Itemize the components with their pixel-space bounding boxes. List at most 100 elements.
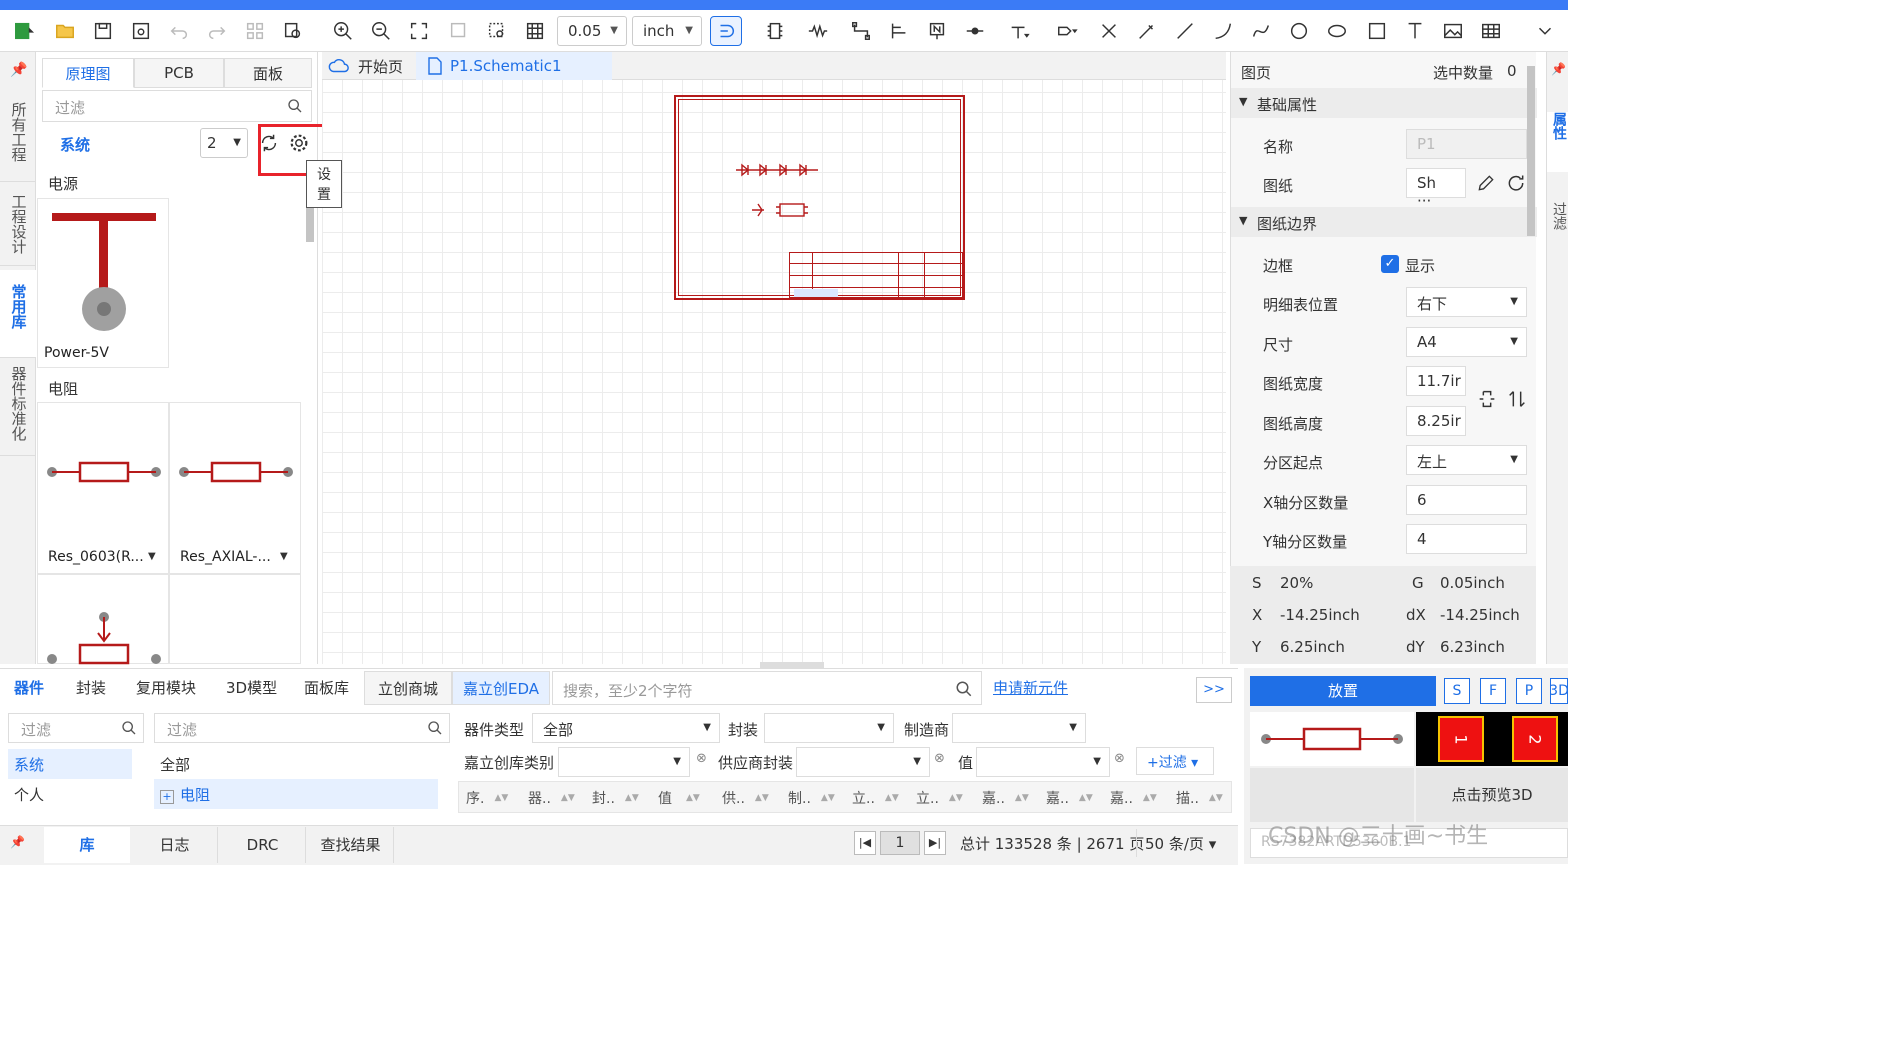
tab-jlc-eda[interactable]: 嘉立创EDA <box>452 671 550 705</box>
col-header[interactable]: 嘉.. ▲▼ <box>1110 783 1157 813</box>
fit-all-icon[interactable] <box>404 16 434 46</box>
circle-icon[interactable] <box>1284 16 1314 46</box>
vtab-properties[interactable]: 属性 <box>1547 112 1569 172</box>
filter-mfr-select[interactable]: ▼ <box>952 713 1086 743</box>
apply-new-part-link[interactable]: 申请新元件 <box>993 677 1068 698</box>
lib-personal-item[interactable]: 个人 <box>8 779 132 809</box>
pin-icon[interactable]: 📌 <box>10 835 25 849</box>
tab-panel-lib[interactable]: 面板库 <box>304 677 349 698</box>
unit-select[interactable]: inch ▼ <box>632 16 702 46</box>
pin-icon[interactable]: 📌 <box>1551 62 1566 76</box>
ellipse-icon[interactable] <box>1322 16 1352 46</box>
category-resistor[interactable]: + 电阻 <box>154 779 438 809</box>
size-select[interactable]: A4 ▼ <box>1406 327 1527 357</box>
filter-value-select[interactable]: ▼ <box>976 747 1110 777</box>
vtab-project-design[interactable]: 工程设计 <box>0 186 36 266</box>
preview-3d-button[interactable]: 点击预览3D <box>1416 768 1568 822</box>
no-connect-icon[interactable] <box>1094 16 1124 46</box>
new-menu-icon[interactable] <box>4 16 44 46</box>
scrollbar-thumb[interactable] <box>1527 66 1535 236</box>
net-flag-icon[interactable] <box>1046 16 1088 46</box>
tab-lcsc-mall[interactable]: 立创商城 <box>364 671 452 705</box>
more-filter-button[interactable]: +过滤 ▾ <box>1136 747 1214 775</box>
footprint-view-button[interactable]: F <box>1480 678 1506 704</box>
col-header[interactable]: 序. ▲▼ <box>466 783 508 813</box>
lib-system-item[interactable]: 系统 <box>8 749 132 779</box>
border-checkbox[interactable]: ✓ <box>1381 255 1399 273</box>
bezier-icon[interactable] <box>1246 16 1276 46</box>
filter-supplier-select[interactable]: ▼ <box>796 747 930 777</box>
tab-panel[interactable]: 面板 <box>224 58 312 88</box>
section-basic[interactable]: ▼ 基础属性 <box>1231 88 1537 118</box>
category-all[interactable]: 全部 <box>154 749 438 779</box>
clear-icon[interactable]: ⊗ <box>1114 751 1125 766</box>
tab-schematic-sheet[interactable]: P1.Schematic1 <box>416 52 612 80</box>
expand-plus-icon[interactable]: + <box>160 790 174 804</box>
zoom-in-icon[interactable] <box>328 16 358 46</box>
place-button[interactable]: 放置 <box>1250 676 1436 706</box>
tab-reuse-modules[interactable]: 复用模块 <box>136 677 196 698</box>
text-icon[interactable] <box>1400 16 1430 46</box>
net-label-icon[interactable] <box>922 16 952 46</box>
status-tab-library[interactable]: 库 <box>44 827 130 863</box>
vtab-common-library[interactable]: 常用库 <box>0 270 36 358</box>
filter-jlc-select[interactable]: ▼ <box>558 747 690 777</box>
grid-icon[interactable] <box>520 16 550 46</box>
pencil-icon[interactable] <box>1476 173 1496 193</box>
pin-view-button[interactable]: P <box>1516 678 1542 704</box>
image-icon[interactable] <box>1438 16 1468 46</box>
table-position-select[interactable]: 右下 ▼ <box>1406 287 1527 317</box>
library-item-power-5v[interactable]: Power-5V <box>37 198 169 368</box>
save-all-icon[interactable] <box>126 16 156 46</box>
library-source-label[interactable]: 系统 <box>60 134 90 155</box>
col-header[interactable]: 嘉.. ▲▼ <box>982 783 1029 813</box>
save-icon[interactable] <box>88 16 118 46</box>
vtab-filter[interactable]: 过滤 <box>1547 202 1569 262</box>
col-header[interactable]: 值 ▲▼ <box>658 783 700 813</box>
3d-view-button[interactable]: 3D <box>1550 678 1568 704</box>
col-header[interactable]: 器.. ▲▼ <box>528 783 575 813</box>
redo-icon[interactable] <box>202 16 232 46</box>
library-filter-input[interactable]: 过滤 <box>42 90 312 122</box>
arrange-icon[interactable] <box>240 16 270 46</box>
first-page-icon[interactable]: |◀ <box>854 831 876 855</box>
filter-type-select[interactable]: 全部 ▼ <box>532 713 720 743</box>
open-folder-icon[interactable] <box>50 16 80 46</box>
tab-pcb[interactable]: PCB <box>134 58 224 88</box>
page-input[interactable]: 1 <box>880 831 920 855</box>
line-icon[interactable] <box>1170 16 1200 46</box>
snap-toggle-icon[interactable] <box>710 16 742 46</box>
y-zones-input[interactable]: 4 <box>1406 524 1527 554</box>
vtab-device-standard[interactable]: 器件标准化 <box>0 360 36 456</box>
tab-schematic[interactable]: 原理图 <box>42 58 134 88</box>
link-ratio-icon[interactable] <box>1476 388 1498 410</box>
category-filter-input[interactable]: 过滤 <box>154 713 450 743</box>
library-count-select[interactable]: 2 ▼ <box>200 128 248 158</box>
chevron-down-icon[interactable]: ▼ <box>280 551 288 562</box>
zoom-area-icon[interactable] <box>482 16 512 46</box>
schematic-canvas[interactable] <box>322 52 1226 668</box>
refresh-icon[interactable] <box>1506 173 1526 193</box>
table-icon[interactable] <box>1476 16 1506 46</box>
bus-icon[interactable] <box>884 16 914 46</box>
more-chevron-icon[interactable] <box>1530 16 1560 46</box>
status-tab-log[interactable]: 日志 <box>132 827 218 863</box>
vcc-icon[interactable] <box>998 16 1040 46</box>
find-icon[interactable] <box>278 16 308 46</box>
clear-icon[interactable]: ⊗ <box>934 751 945 766</box>
arc-icon[interactable] <box>1208 16 1238 46</box>
tab-3d-models[interactable]: 3D模型 <box>226 677 277 698</box>
chevron-down-icon[interactable]: ▼ <box>148 551 156 562</box>
device-search-input[interactable]: 搜索，至少2个字符 <box>552 671 982 705</box>
net-port-icon[interactable] <box>960 16 990 46</box>
lib-filter-input[interactable]: 过滤 <box>8 713 144 743</box>
paper-input[interactable]: Sh ··· <box>1406 168 1466 210</box>
per-page-select[interactable]: 50 条/页 ▾ <box>1136 829 1228 857</box>
component-icon[interactable] <box>760 16 790 46</box>
undo-icon[interactable] <box>164 16 194 46</box>
zoom-selection-icon[interactable] <box>444 16 474 46</box>
library-item-res-axial[interactable]: Res_AXIAL-... ▼ <box>169 402 301 574</box>
section-border[interactable]: ▼ 图纸边界 <box>1231 207 1537 237</box>
status-tab-find-results[interactable]: 查找结果 <box>308 827 394 863</box>
symbol-view-button[interactable]: S <box>1444 678 1470 704</box>
